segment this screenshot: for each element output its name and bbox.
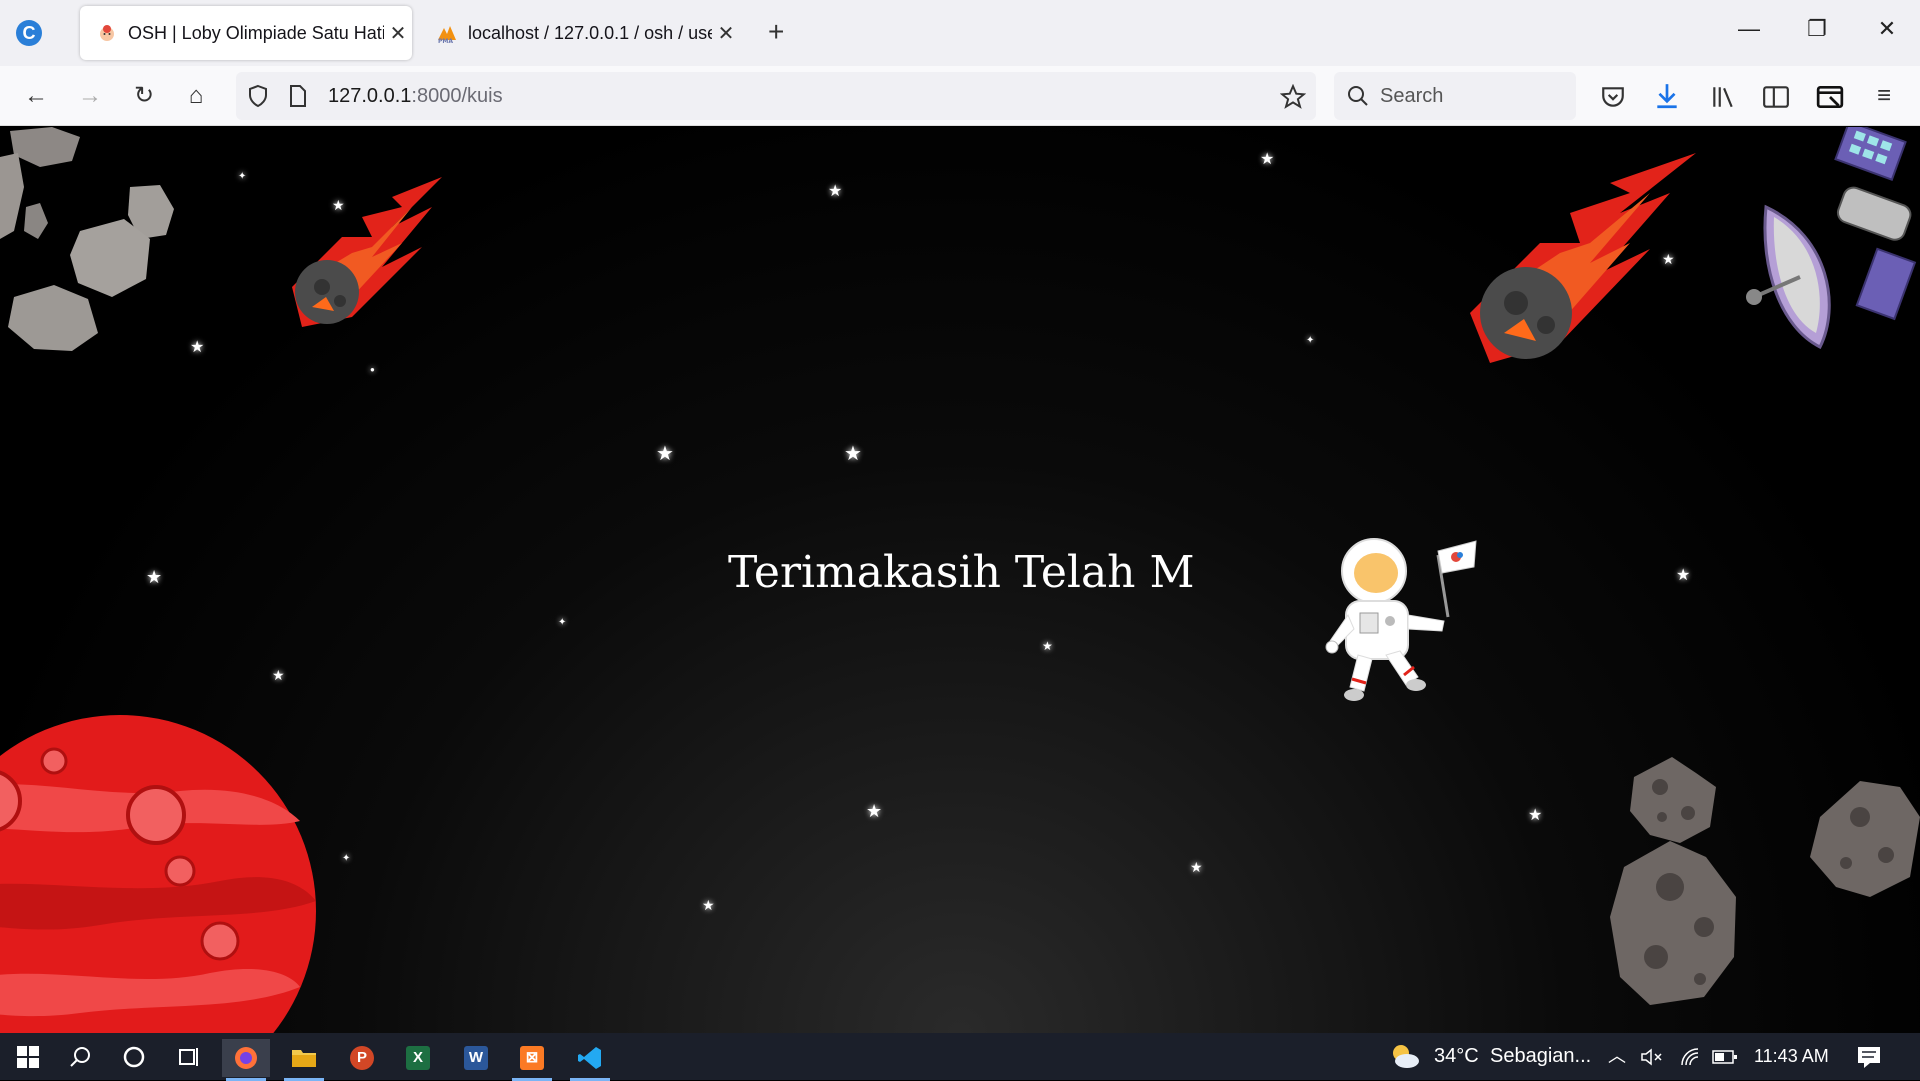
tab-bar: C OSH | Loby Olimpiade Satu Hati ✕ PMA l… <box>0 0 1920 66</box>
address-bar[interactable]: 127.0.0.1:8000/kuis <box>236 72 1316 120</box>
star-icon: ★ <box>844 443 862 465</box>
osh-favicon-icon <box>100 25 114 41</box>
tab-close-icon[interactable]: ✕ <box>712 21 740 46</box>
downloads-icon[interactable] <box>1654 82 1680 110</box>
weather-temperature[interactable]: 34°C <box>1434 1033 1479 1080</box>
asteroid-cluster-icon <box>0 127 174 351</box>
star-icon: ● <box>370 365 375 374</box>
svg-text:PMA: PMA <box>438 38 453 44</box>
star-icon: ★ <box>1190 859 1203 875</box>
battery-icon[interactable] <box>1712 1049 1738 1065</box>
planet-icon <box>0 715 316 1033</box>
star-icon: ★ <box>656 443 674 465</box>
folder-icon <box>292 1050 316 1067</box>
star-icon: ★ <box>1676 567 1691 584</box>
search-icon <box>1348 86 1368 106</box>
pocket-icon[interactable] <box>1600 84 1626 110</box>
asteroid-cluster-icon <box>1610 757 1920 1005</box>
thank-you-message: Terimakasih Telah M <box>728 547 1195 598</box>
firefox-icon <box>235 1047 257 1069</box>
star-icon: ★ <box>866 801 883 821</box>
clock-time[interactable]: 11:43 AM <box>1754 1033 1829 1080</box>
taskbar-excel[interactable]: X <box>394 1039 442 1077</box>
notification-center-icon[interactable] <box>1856 1045 1882 1069</box>
satellite-icon <box>1746 127 1917 350</box>
quiz-page: ✦ ★ ★ ★ ★ ● ✦ ★ ★ ★ ★ ★ ✦ ★ ★ ★ ★ ✦ ★ ★ <box>0 127 1920 1033</box>
star-icon: ★ <box>1042 639 1053 653</box>
back-icon[interactable]: ← <box>18 78 54 114</box>
taskbar-firefox[interactable] <box>222 1039 270 1081</box>
weather-icon[interactable] <box>1388 1041 1420 1071</box>
speaker-muted-icon[interactable] <box>1640 1047 1664 1067</box>
home-icon[interactable]: ⌂ <box>178 78 214 114</box>
chevron-up-icon[interactable]: ︿ <box>1608 1033 1626 1080</box>
weather-description[interactable]: Sebagian... <box>1490 1033 1591 1080</box>
taskbar-xampp[interactable]: ⊠ <box>508 1039 556 1081</box>
star-icon: ✦ <box>1306 335 1315 346</box>
taskbar-powerpoint[interactable]: P <box>338 1039 386 1077</box>
start-button[interactable] <box>8 1039 48 1075</box>
tab-title: OSH | Loby Olimpiade Satu Hati <box>128 22 384 43</box>
library-icon[interactable] <box>1710 84 1736 110</box>
page-info-icon[interactable] <box>288 84 308 108</box>
xampp-icon: ⊠ <box>520 1046 544 1070</box>
task-view-icon[interactable] <box>168 1039 208 1075</box>
minimize-icon[interactable]: — <box>1734 16 1764 42</box>
star-icon: ★ <box>1260 151 1275 168</box>
star-icon: ✦ <box>558 617 567 628</box>
wifi-icon[interactable] <box>1680 1047 1702 1067</box>
star-icon: ★ <box>1528 807 1543 824</box>
close-window-icon[interactable]: ✕ <box>1872 16 1902 42</box>
star-icon: ★ <box>702 897 715 913</box>
star-icon: ✦ <box>238 171 247 182</box>
word-icon: W <box>464 1046 488 1070</box>
tab-title: localhost / 127.0.0.1 / osh / user <box>468 22 712 43</box>
star-icon: ★ <box>828 183 843 200</box>
tab-phpmyadmin[interactable]: PMA localhost / 127.0.0.1 / osh / user ✕ <box>420 6 740 60</box>
app-icon[interactable]: C <box>16 20 42 46</box>
meteor-icon <box>1470 153 1696 363</box>
star-icon: ★ <box>190 339 205 356</box>
taskbar-file-explorer[interactable] <box>280 1039 328 1081</box>
excel-icon: X <box>406 1046 430 1070</box>
menu-icon[interactable]: ≡ <box>1866 78 1902 114</box>
powerpoint-icon: P <box>350 1046 374 1070</box>
forward-icon[interactable]: → <box>72 78 108 114</box>
star-icon: ★ <box>272 667 285 683</box>
restore-icon[interactable]: ❐ <box>1802 16 1832 42</box>
search-taskbar-icon[interactable] <box>60 1039 100 1075</box>
reload-icon[interactable]: ↻ <box>126 78 162 114</box>
meteor-icon <box>292 177 442 327</box>
url-text[interactable]: 127.0.0.1:8000/kuis <box>328 85 503 108</box>
search-field[interactable]: Search <box>1334 72 1576 120</box>
astronaut-icon <box>1325 538 1477 701</box>
new-tab-button[interactable]: + <box>768 18 784 46</box>
bookmark-star-icon[interactable] <box>1280 84 1306 110</box>
windows-logo-icon <box>17 1046 39 1068</box>
shield-icon[interactable] <box>246 84 270 108</box>
sidebar-icon[interactable] <box>1762 84 1790 110</box>
cortana-icon[interactable] <box>114 1039 154 1075</box>
vscode-icon <box>578 1047 601 1069</box>
tab-close-icon[interactable]: ✕ <box>384 21 412 46</box>
taskbar-word[interactable]: W <box>452 1039 500 1077</box>
tab-osh-lobby[interactable]: OSH | Loby Olimpiade Satu Hati ✕ <box>80 6 412 60</box>
star-icon: ★ <box>146 567 163 587</box>
phpmyadmin-favicon-icon: PMA <box>438 26 456 44</box>
navigation-toolbar: ← → ↻ ⌂ 127.0.0.1:8000/kuis Search ≡ <box>0 66 1920 126</box>
taskbar-vscode[interactable] <box>566 1039 614 1081</box>
screenshot-icon[interactable] <box>1816 84 1844 110</box>
windows-taskbar: P X W ⊠ 34°C Sebagian... ︿ 11:43 AM <box>0 1033 1920 1081</box>
search-placeholder: Search <box>1380 85 1444 107</box>
